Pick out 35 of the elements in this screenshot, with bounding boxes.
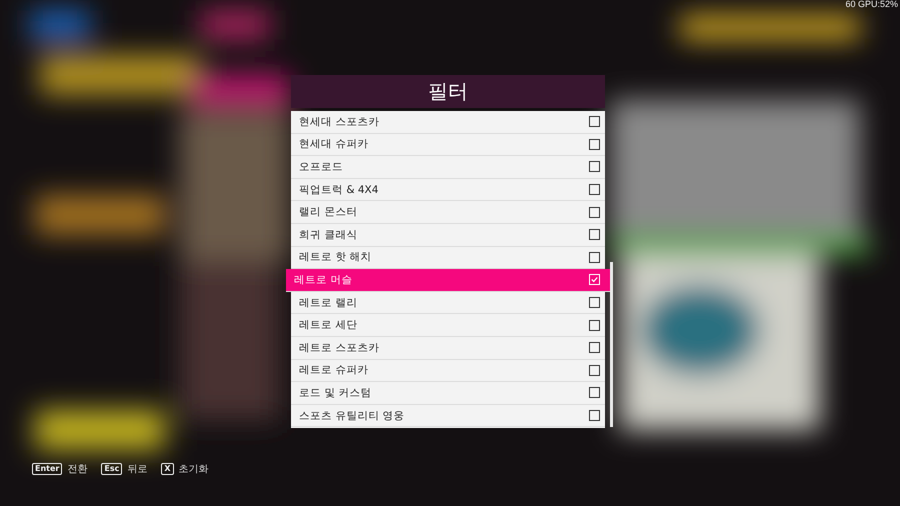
performance-overlay: 60 GPU:52%	[845, 0, 898, 9]
checkbox[interactable]	[589, 387, 600, 398]
checkbox[interactable]	[589, 229, 600, 240]
filter-option[interactable]: 픽업트럭 & 4X4	[291, 178, 605, 202]
checkbox[interactable]	[589, 206, 600, 218]
checkbox[interactable]	[589, 138, 600, 150]
filter-option[interactable]: 레트로 슈퍼카	[291, 360, 605, 382]
checkbox[interactable]	[589, 410, 600, 422]
key-badge: X	[161, 463, 174, 475]
filter-option[interactable]: 랠리 몬스터	[291, 201, 605, 224]
checkbox[interactable]	[589, 161, 600, 172]
checkbox[interactable]	[589, 320, 600, 331]
key-badge: Enter	[32, 463, 62, 475]
scrollbar[interactable]	[610, 262, 613, 427]
filter-option[interactable]: 스포츠 유틸리티 영웅	[291, 404, 605, 428]
hint-label: 전환	[67, 463, 88, 476]
checkbox[interactable]	[589, 252, 600, 263]
checkbox[interactable]	[589, 116, 600, 128]
filter-option[interactable]: 오프로드	[291, 156, 605, 179]
hint-label: 뒤로	[127, 463, 148, 476]
filter-option[interactable]: 희귀 클래식	[291, 224, 605, 247]
filter-option[interactable]: 현세대 스포츠카	[291, 111, 605, 134]
filter-option[interactable]: 레트로 스포츠카	[291, 336, 605, 360]
checkbox[interactable]	[589, 364, 600, 376]
checkbox[interactable]	[589, 184, 600, 196]
filter-option[interactable]: 레트로 머슬	[286, 269, 610, 292]
key-badge: Esc	[101, 463, 122, 475]
checkbox[interactable]	[589, 342, 600, 354]
filter-option[interactable]: 현세대 슈퍼카	[291, 134, 605, 156]
hint-label: 초기화	[178, 463, 208, 476]
filter-option[interactable]: 레트로 랠리	[291, 292, 605, 314]
dialog-title: 필터	[291, 75, 605, 108]
checkbox[interactable]	[589, 297, 600, 308]
filter-option[interactable]: 로드 및 커스텀	[291, 382, 605, 405]
filter-option[interactable]: 레트로 세단	[291, 314, 605, 337]
